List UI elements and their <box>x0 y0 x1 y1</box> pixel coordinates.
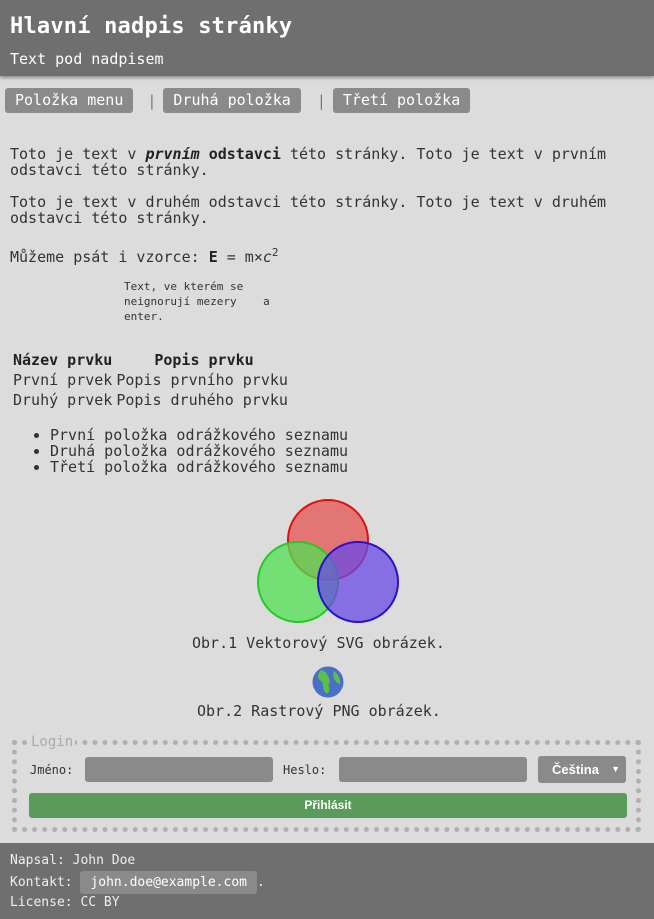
table-header: Popis prvku <box>154 351 254 369</box>
page-subtitle: Text pod nadpisem <box>10 50 164 68</box>
emphasis-bold: odstavci <box>208 145 281 163</box>
list-item: První položka odrážkového seznamu <box>50 427 348 443</box>
footer-license: License: CC BY <box>10 895 120 910</box>
name-label: Jméno: <box>30 763 74 777</box>
login-legend: Login <box>31 734 74 750</box>
author-name: John Doe <box>72 853 136 868</box>
license-value: CC BY <box>80 895 120 910</box>
main-menu: Položka menu | Druhá položka | Třetí pol… <box>5 88 471 113</box>
table-header-row: Název prvku Popis prvku <box>11 350 290 370</box>
figure1-caption: Obr.1 Vektorový SVG obrázek. <box>192 634 445 652</box>
page-footer: Napsal: John Doe Kontakt: john.doe@examp… <box>0 843 654 919</box>
password-label: Heslo: <box>283 763 327 777</box>
menu-item-2[interactable]: Druhá položka <box>163 88 301 113</box>
paragraph-second: Toto je text v druhém odstavci této strá… <box>10 193 607 227</box>
formula-exponent: 2 <box>271 246 279 259</box>
menu-separator: | <box>316 91 326 110</box>
table-cell: První prvek <box>13 371 113 389</box>
name-input[interactable] <box>85 757 273 782</box>
page-title: Hlavní nadpis stránky <box>10 14 293 39</box>
elements-table: Název prvku Popis prvku První prvek Popi… <box>11 350 290 410</box>
menu-item-1[interactable]: Položka menu <box>5 88 134 113</box>
page-header: Hlavní nadpis stránky Text pod nadpisem <box>0 0 654 76</box>
figure2-caption: Obr.2 Rastrový PNG obrázek. <box>197 702 441 720</box>
menu-item-3[interactable]: Třetí položka <box>332 88 471 113</box>
footer-contact: Kontakt: john.doe@example.com. <box>10 871 265 894</box>
login-submit-button[interactable]: Přihlásit <box>29 793 627 818</box>
table-row: První prvek Popis prvního prvku <box>11 370 290 390</box>
email-link[interactable]: john.doe@example.com <box>80 871 257 894</box>
list-item: Druhá položka odrážkového seznamu <box>50 443 348 459</box>
formula-e: E <box>208 248 218 266</box>
venn-diagram-image <box>257 499 399 623</box>
formula-c: c <box>262 248 272 266</box>
paragraph-first: Toto je text v prvním odstavci této strá… <box>10 145 607 179</box>
language-select-value: Čeština <box>552 762 599 777</box>
table-header: Název prvku <box>13 351 113 369</box>
formula-line: Můžeme psát i vzorce: E = m×c2 <box>10 246 279 266</box>
language-select[interactable]: Čeština ▼ <box>538 756 626 783</box>
table-row: Druhý prvek Popis druhého prvku <box>11 390 290 410</box>
table-cell: Popis druhého prvku <box>116 391 288 409</box>
globe-icon <box>312 666 344 698</box>
preformatted-text: Text, ve kterém se neignorují mezery a e… <box>124 280 270 323</box>
footer-author: Napsal: John Doe <box>10 853 136 868</box>
password-input[interactable] <box>339 757 527 782</box>
list-item: Třetí položka odrážkového seznamu <box>50 459 348 475</box>
bullet-list: První položka odrážkového seznamu Druhá … <box>10 427 348 475</box>
table-cell: Popis prvního prvku <box>116 371 288 389</box>
blue-circle <box>317 541 399 623</box>
menu-separator: | <box>147 91 157 110</box>
table-cell: Druhý prvek <box>13 391 113 409</box>
dropdown-arrow-icon: ▼ <box>611 764 620 774</box>
